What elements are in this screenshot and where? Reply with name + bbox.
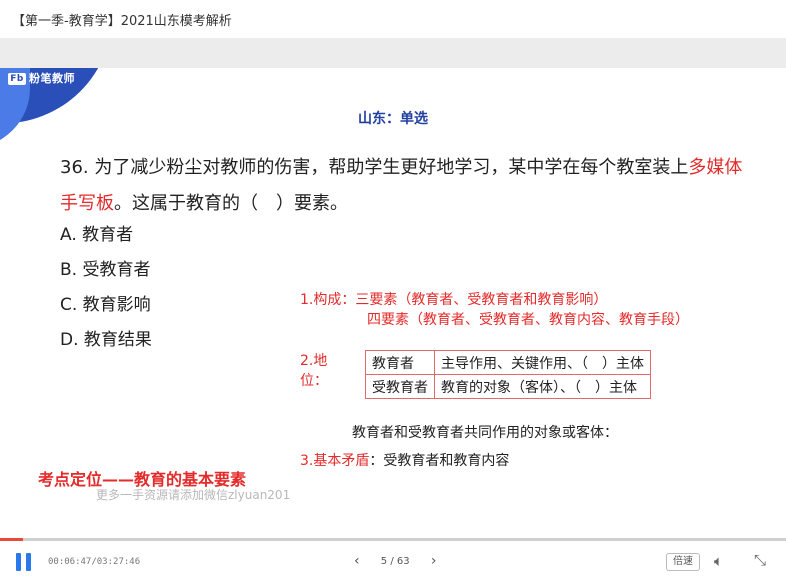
page-navigator: ‹ 5 / 63 › [354,553,436,569]
watermark-text: 更多一手资源请添加微信zlyuan201 [96,488,291,502]
page-indicator: 5 / 63 [380,555,410,567]
player-controls: 00:06:47/03:27:46 ‹ 5 / 63 › 倍速 🔈︎ ⤡ [0,541,786,580]
question-text: 36. 为了减少粉尘对教师的伤害，帮助学生更好地学习，某中学在每个教室装上多媒体… [60,150,760,222]
window-title: 【第一季-教育学】2021山东模考解析 [12,14,232,29]
slide-content: Fb 粉笔教师 山东：单选 36. 为了减少粉尘对教师的伤害，帮助学生更好地学习，… [0,68,786,538]
table-cell: 教育者 [365,350,435,375]
three-elements-label: 三要素 [355,292,398,308]
table-cell: 教育的对象（客体）、（ ）主体 [434,374,651,399]
four-elements-label: 四要素 [367,312,409,328]
three-elements-text: （教育者、受教育者和教育影响） [397,292,608,308]
note-composition: 1.构成：三要素（教育者、受教育者和教育影响） 四要素（教育者、受教育者、教育内… [300,290,760,330]
fullscreen-icon[interactable]: ⤡ [754,551,766,569]
option-a: A. 教育者 [60,225,134,245]
prev-page-icon[interactable]: ‹ [354,553,360,569]
title-bar: 【第一季-教育学】2021山东模考解析 [0,0,786,38]
speed-button[interactable]: 倍速 [666,553,700,571]
four-elements-text: （教育者、受教育者、教育内容、教育手段） [409,312,689,328]
table-cell: 受教育者 [365,374,435,399]
option-b: B. 受教育者 [60,260,151,280]
note-contradiction: 3.基本矛盾：受教育者和教育内容 [300,450,509,470]
next-page-icon[interactable]: › [431,553,437,569]
pause-icon[interactable] [16,553,32,571]
note-contradiction-text: ：受教育者和教育内容 [369,453,510,469]
status-table: 教育者 主导作用、关键作用、（ ）主体 受教育者 教育的对象（客体）、（ ）主体 [365,350,651,399]
note-status-extra: 教育者和受教育者共同作用的对象或客体： [352,425,618,441]
note-contradiction-label: 3.基本矛盾 [300,453,370,469]
table-row: 教育者 主导作用、关键作用、（ ）主体 [365,350,651,375]
playback-time: 00:06:47/03:27:46 [48,557,141,567]
slide-subject: 山东：单选 [358,111,428,127]
note-status-label: 2.地位： [300,353,328,389]
option-d: D. 教育结果 [60,330,152,350]
brand-logo-icon: Fb [8,73,26,85]
note-status: 2.地位： [300,350,328,390]
question-part2: 。这属于教育的（ ）要素。 [114,193,348,214]
note-composition-label: 1.构成： [300,292,356,308]
option-c: C. 教育影响 [60,295,151,315]
question-part1: 36. 为了减少粉尘对教师的伤害，帮助学生更好地学习，某中学在每个教室装上 [60,157,689,178]
answer-options: A. 教育者 B. 受教育者 C. 教育影响 D. 教育结果 [60,218,152,358]
table-row: 受教育者 教育的对象（客体）、（ ）主体 [365,374,651,399]
brand-name: 粉笔教师 [29,72,75,85]
volume-icon[interactable]: 🔈︎ [714,552,723,570]
table-cell: 主导作用、关键作用、（ ）主体 [434,350,651,375]
brand-logo: Fb 粉笔教师 [8,70,75,86]
